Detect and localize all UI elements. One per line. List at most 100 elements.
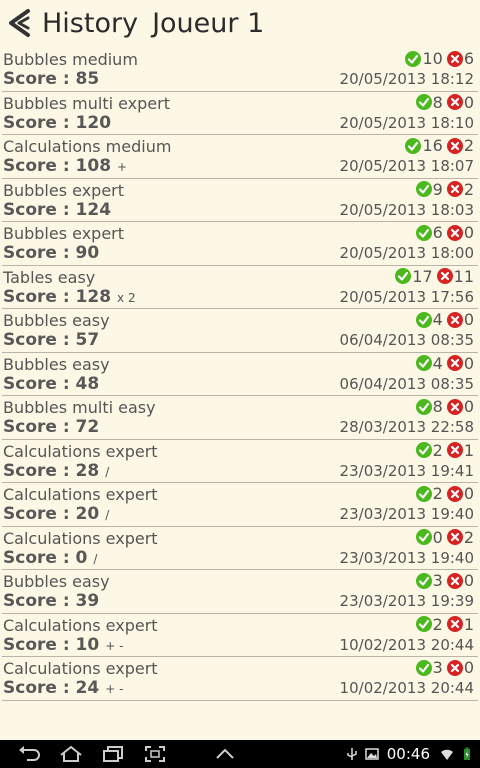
- check-circle-icon: [405, 137, 422, 154]
- timestamp: 10/02/2013 20:44: [339, 679, 474, 697]
- history-row[interactable]: Bubbles multi expert Score : 120 8 0 20/05/2…: [2, 92, 478, 135]
- check-circle-icon: [415, 485, 432, 502]
- timestamp: 23/03/2013 19:40: [339, 548, 474, 567]
- answer-counts: 02: [415, 527, 474, 547]
- history-row[interactable]: Bubbles easy Score : 39 3 0 23/03/2013 19:39: [2, 570, 478, 614]
- history-row[interactable]: Tables easy Score : 128 x 2 17 11 20/05/2013 …: [2, 266, 478, 309]
- answer-counts: 20: [415, 484, 474, 503]
- menu-up-icon[interactable]: [212, 744, 238, 764]
- cross-circle-icon: [446, 442, 463, 458]
- game-name: Calculations expert: [3, 615, 158, 635]
- cross-circle-icon: [446, 311, 463, 328]
- correct-count: 8: [432, 397, 443, 416]
- answer-counts: 80: [415, 92, 474, 112]
- wrong-count: 0: [463, 571, 474, 590]
- wrong-count: 11: [453, 266, 474, 286]
- answer-counts: 10 6: [405, 49, 474, 68]
- correct-count: 4: [432, 353, 443, 373]
- check-circle-icon: [415, 398, 432, 415]
- check-circle-icon: [415, 659, 432, 676]
- game-name: Bubbles multi expert: [3, 93, 170, 113]
- home-nav-icon[interactable]: [58, 744, 84, 764]
- image-notification-icon: [365, 748, 379, 760]
- history-row[interactable]: Calculations expert Score : 28 / 2 1 23/03/20…: [2, 440, 478, 483]
- cross-circle-icon: [446, 94, 463, 110]
- battery-icon: [464, 747, 470, 760]
- answer-counts: 30: [415, 571, 474, 590]
- check-circle-icon: [395, 268, 412, 284]
- wrong-count: 2: [463, 136, 474, 155]
- timestamp: 28/03/2013 22:58: [339, 418, 474, 436]
- game-name: Bubbles expert: [3, 180, 125, 200]
- wrong-count: 6: [463, 49, 474, 68]
- usb-icon: [347, 748, 357, 760]
- check-circle-icon: [405, 50, 422, 67]
- back-arrow-icon[interactable]: [6, 8, 34, 38]
- game-name: Tables easy: [3, 267, 96, 287]
- history-row[interactable]: Bubbles expert Score : 90 6 0 20/05/2013 18:…: [2, 222, 478, 266]
- wrong-count: 1: [463, 614, 474, 634]
- back-nav-icon[interactable]: [16, 744, 42, 764]
- game-name: Calculations medium: [3, 137, 172, 156]
- timestamp: 20/05/2013 18:07: [339, 157, 474, 175]
- answer-counts: 40: [415, 353, 474, 373]
- correct-count: 4: [432, 310, 443, 329]
- modifier-label: /: [105, 464, 110, 479]
- wrong-count: 0: [463, 92, 474, 112]
- timestamp: 20/05/2013 18:10: [339, 113, 474, 132]
- history-row[interactable]: Calculations expert Score : 20/2 0 23/03/20…: [2, 483, 478, 527]
- header: History Joueur 1: [0, 0, 480, 46]
- timestamp: 06/04/2013 08:35: [339, 374, 474, 393]
- page-title: History Joueur 1: [42, 8, 264, 39]
- wrong-count: 0: [463, 658, 474, 677]
- game-name: Bubbles multi easy: [3, 398, 156, 417]
- score-value: Score : 85: [3, 69, 105, 89]
- wrong-count: 0: [463, 223, 474, 242]
- history-row[interactable]: Calculations expert Score : 24 + -3 0 10/02/…: [2, 657, 478, 701]
- correct-count: 2: [432, 440, 443, 460]
- wifi-icon: [441, 749, 453, 760]
- answer-counts: 17 11: [395, 267, 474, 286]
- answer-counts: 60: [415, 223, 474, 242]
- answer-counts: 16 2: [405, 136, 474, 155]
- check-circle-icon: [415, 224, 432, 241]
- correct-count: 10: [422, 49, 443, 68]
- score-text: Score : 72: [3, 417, 100, 437]
- score-value: Score : 48: [3, 374, 105, 394]
- score-text: Score : 39: [3, 591, 100, 611]
- history-row[interactable]: Calculations expert Score : 10 + - 2 1 10/02/…: [2, 614, 478, 657]
- correct-count: 2: [432, 614, 443, 634]
- score-text: Score : 128: [3, 286, 112, 307]
- wrong-count: 0: [463, 397, 474, 416]
- score-text: Score : 108: [3, 156, 112, 176]
- modifier-label: /: [105, 508, 110, 522]
- game-name: Calculations expert: [3, 528, 158, 548]
- title-text: History: [42, 7, 139, 39]
- cross-circle-icon: [446, 398, 463, 415]
- check-circle-icon: [415, 616, 432, 632]
- score-value: Score : 108 +: [3, 156, 127, 176]
- history-row[interactable]: Bubbles easy Score : 48 4 0 06/04/2013 08:35: [2, 353, 478, 396]
- timestamp: 20/05/2013 18:03: [339, 200, 474, 219]
- history-row[interactable]: Bubbles multi easy Score : 72 8 0 28/03/2013…: [2, 396, 478, 440]
- check-circle-icon: [415, 181, 432, 197]
- timestamp: 20/05/2013 18:12: [339, 70, 474, 88]
- modifier-label: +: [117, 160, 128, 174]
- history-row[interactable]: Bubbles medium Score : 85 10 6 20/05/2013 18…: [2, 48, 478, 92]
- history-row[interactable]: Bubbles easy Score : 57 4 0 06/04/2013 08:35: [2, 309, 478, 353]
- cross-circle-icon: [446, 224, 463, 241]
- score-value: Score : 90: [3, 243, 105, 263]
- modifier-label: x 2: [117, 290, 136, 305]
- modifier-label: /: [93, 551, 98, 566]
- wrong-count: 2: [463, 527, 474, 547]
- history-row[interactable]: Calculations expert Score : 0 / 0 2 23/03/201…: [2, 527, 478, 570]
- screenshot-icon[interactable]: [142, 744, 168, 764]
- recent-apps-icon[interactable]: [100, 744, 126, 764]
- history-row[interactable]: Bubbles expert Score : 124 9 2 20/05/2013 18…: [2, 179, 478, 222]
- history-row[interactable]: Calculations medium Score : 108 +16 2 20/05/…: [2, 135, 478, 179]
- timestamp: 06/04/2013 08:35: [339, 331, 474, 349]
- score-text: Score : 120: [3, 112, 112, 133]
- cross-circle-icon: [446, 485, 463, 502]
- score-value: Score : 39: [3, 591, 105, 611]
- timestamp: 23/03/2013 19:41: [339, 461, 474, 480]
